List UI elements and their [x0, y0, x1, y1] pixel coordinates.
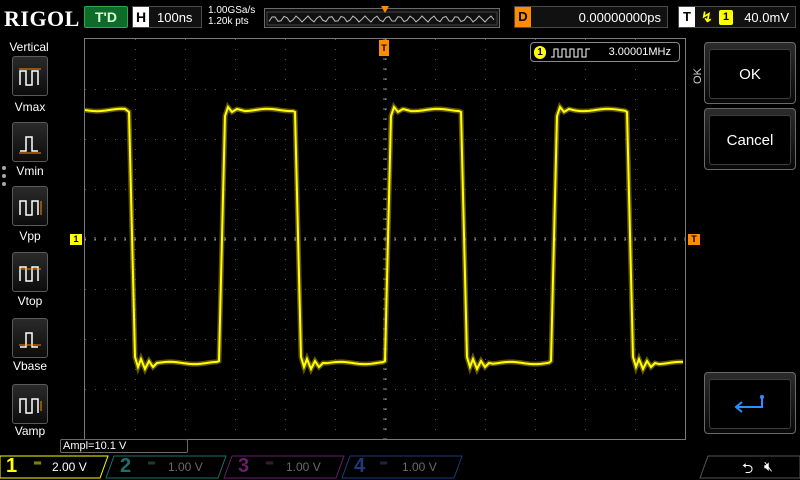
trigger-box[interactable]: T ↯ 1 40.0mV [678, 6, 796, 28]
vpp-icon [19, 200, 42, 216]
ch4-coupling-icon: ═ [380, 458, 388, 469]
horizontal-label: H [133, 7, 149, 27]
vmax-icon [19, 68, 41, 86]
usb-icon: ⮌ [742, 460, 754, 476]
ch3-coupling-icon: ═ [266, 458, 274, 469]
memory-depth: 1.20k pts [208, 16, 249, 27]
cancel-label: Cancel [709, 115, 791, 165]
vtop-button[interactable] [12, 252, 48, 292]
timebase-value: 100ns [157, 10, 193, 25]
ch1-offset-marker[interactable]: 1 [70, 234, 82, 245]
delay-label: D [515, 7, 531, 27]
horizontal-timebase[interactable]: H 100ns [132, 6, 202, 28]
ch4-scale: 1.00 V [402, 460, 437, 474]
trigger-level-marker[interactable]: T [688, 234, 700, 245]
delay-value: 0.00000000ps [578, 10, 661, 25]
cancel-button[interactable]: Cancel [704, 108, 796, 170]
ch4-number[interactable]: 4 [354, 455, 365, 477]
enter-return-icon [734, 395, 764, 413]
vbase-label: Vbase [12, 359, 48, 373]
vmin-label: Vmin [16, 164, 44, 178]
ch1-number[interactable]: 1 [6, 455, 17, 477]
side-menu-tag: OK [691, 68, 704, 84]
ok-label: OK [709, 49, 791, 99]
ch2-number[interactable]: 2 [120, 455, 131, 477]
vmin-button[interactable] [12, 122, 48, 162]
graticule [85, 39, 685, 439]
brand-logo: RIGOL [4, 6, 80, 31]
ch2-coupling-icon: ═ [148, 458, 156, 469]
menu-title: Vertical [9, 40, 49, 54]
vpp-label: Vpp [19, 229, 41, 243]
vamp-button[interactable] [12, 384, 48, 424]
vmax-button[interactable] [12, 56, 48, 96]
vamp-label: Vamp [14, 424, 46, 438]
frequency-counter: 1 3.00001MHz [530, 42, 680, 62]
trigger-level: 40.0mV [744, 10, 789, 25]
vamp-icon [19, 398, 42, 414]
trigger-position-top-marker [381, 6, 389, 13]
sample-rate: 1.00GSa/s [208, 5, 256, 16]
trigger-source: 1 [719, 10, 733, 25]
speaker-mute-icon[interactable]: 🔇︎ [764, 458, 773, 475]
waveform-display[interactable] [84, 38, 686, 440]
vtop-icon [19, 266, 41, 282]
ch1-coupling-icon: ═ [34, 458, 42, 469]
trigger-position-marker[interactable]: T [379, 40, 389, 56]
vmax-label: Vmax [14, 100, 46, 114]
vtop-label: Vtop [17, 294, 43, 308]
frequency-channel: 1 [534, 46, 546, 59]
enter-button[interactable] [704, 372, 796, 434]
top-status-bar: RIGOL T'D H 100ns 1.00GSa/s 1.20k pts D … [0, 0, 800, 36]
vbase-icon [19, 332, 41, 348]
square-wave-icon [551, 48, 590, 58]
ok-button[interactable]: OK [704, 42, 796, 104]
frequency-value: 3.00001MHz [608, 46, 671, 58]
ch3-scale: 1.00 V [286, 460, 321, 474]
ch3-number[interactable]: 3 [238, 455, 249, 477]
delay-box[interactable]: D 0.00000000ps [514, 6, 668, 28]
trigger-label: T [679, 7, 695, 27]
vmin-icon [19, 136, 41, 154]
acquisition-info: 1.00GSa/s 1.20k pts [208, 5, 255, 27]
run-state-badge[interactable]: T'D [84, 6, 128, 28]
vbase-button[interactable] [12, 318, 48, 358]
ch1-scale: 2.00 V [52, 460, 87, 474]
rising-edge-icon: ↯ [701, 9, 713, 25]
vpp-button[interactable] [12, 186, 48, 226]
measurement-readout: Ampl=10.1 V [60, 439, 188, 453]
ch2-scale: 1.00 V [168, 460, 203, 474]
